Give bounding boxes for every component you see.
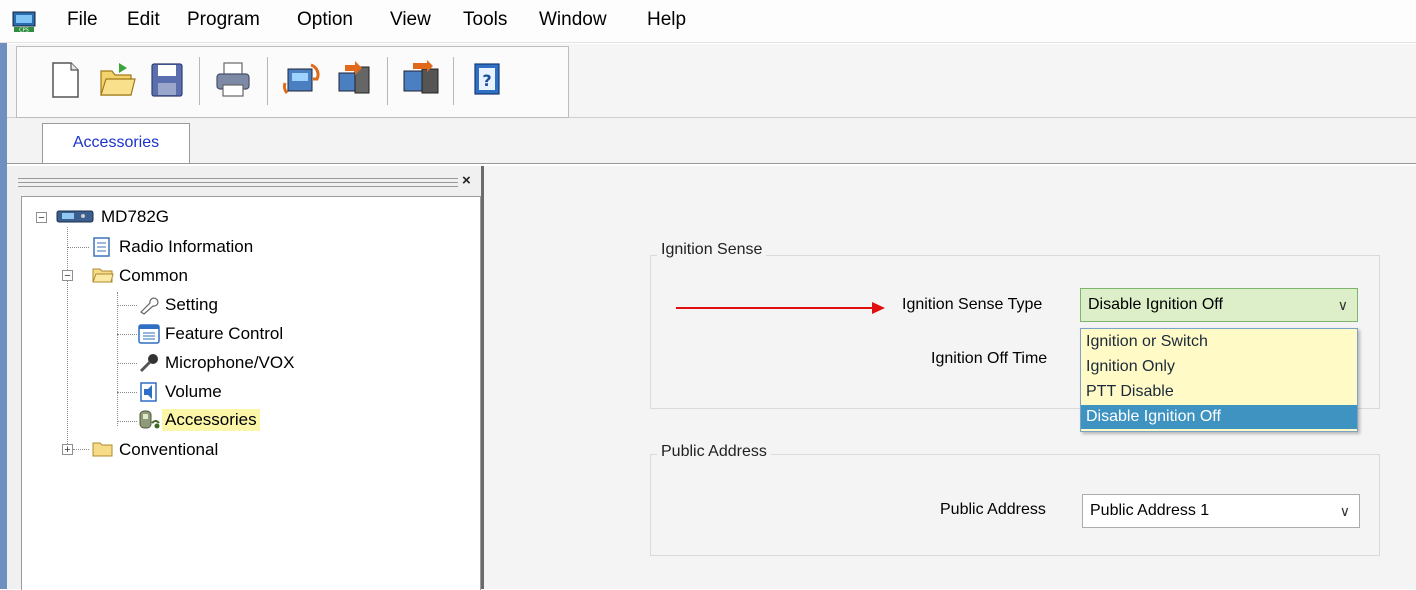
ignition-off-time-label: Ignition Off Time [931,350,1048,367]
toolbar-separator [199,57,200,105]
tree-item-accessories[interactable]: Accessories [162,409,260,431]
tree-item-md782g[interactable]: MD782G [98,206,172,228]
toolbar-panel: ? [16,46,569,118]
menu-tools[interactable]: Tools [463,9,507,31]
menu-view[interactable]: View [390,9,431,31]
option-ptt-disable[interactable]: PTT Disable [1081,380,1357,404]
help-icon[interactable]: ? [467,59,507,101]
accessories-icon [139,410,160,429]
collapse-root-toggle[interactable]: − [36,212,47,224]
menu-option[interactable]: Option [297,9,353,31]
tree-item-microphone-vox[interactable]: Microphone/VOX [162,352,297,374]
ignition-sense-type-dropdown: Ignition or Switch Ignition Only PTT Dis… [1080,328,1358,432]
new-file-icon[interactable] [45,59,85,101]
toolbar-separator [453,57,454,105]
wrench-icon [140,297,159,315]
toolbar: ? [7,44,1416,118]
close-panel-button[interactable]: × [462,172,471,189]
public-address-value: Public Address 1 [1090,502,1210,519]
expand-conventional-toggle[interactable]: + [62,444,73,456]
collapse-common-toggle[interactable]: − [62,270,73,282]
document-icon [93,237,110,257]
tree-panel: × − MD782G Radio Information − Common Se… [7,166,484,590]
annotation-arrow-icon [676,302,885,314]
folder-icon [92,442,113,457]
tree-item-radio-information[interactable]: Radio Information [116,236,256,258]
save-icon[interactable] [147,59,187,101]
menu-window[interactable]: Window [539,9,607,31]
chevron-down-icon: ∨ [1339,503,1350,519]
list-icon [138,324,160,344]
tab-bar: Accessories [7,118,1416,164]
tree-item-feature-control[interactable]: Feature Control [162,323,286,345]
ignition-sense-group-label: Ignition Sense [657,241,767,259]
clone-icon[interactable] [401,59,441,101]
ignition-sense-type-value: Disable Ignition Off [1088,296,1223,313]
ignition-sense-type-select[interactable]: Disable Ignition Off ∨ [1080,288,1358,322]
open-folder-icon[interactable] [97,59,137,101]
print-icon[interactable] [213,59,253,101]
app-icon[interactable]: CPS [12,10,38,34]
menu-file[interactable]: File [67,9,98,31]
tree-item-volume[interactable]: Volume [162,381,225,403]
tree-item-common[interactable]: Common [116,265,191,287]
toolbar-separator [267,57,268,105]
menu-program[interactable]: Program [187,9,260,31]
ignition-sense-type-label: Ignition Sense Type [902,296,1043,313]
menu-bar: CPS File Edit Program Option View Tools … [0,0,1416,43]
radio-device-icon [56,210,94,223]
public-address-label: Public Address [940,501,1046,518]
read-radio-icon[interactable] [281,59,321,101]
toolbar-separator [387,57,388,105]
write-radio-icon[interactable] [335,59,375,101]
public-address-group-label: Public Address [657,443,771,461]
option-ignition-only[interactable]: Ignition Only [1081,355,1357,379]
tree-item-setting[interactable]: Setting [162,294,221,316]
folder-open-icon [92,268,114,283]
microphone-icon [139,354,158,373]
tab-accessories[interactable]: Accessories [42,123,190,163]
svg-text:CPS: CPS [19,28,29,34]
menu-help[interactable]: Help [647,9,686,31]
chevron-down-icon: ∨ [1337,297,1348,313]
tree-panel-grip[interactable] [18,174,458,190]
window-left-edge [0,0,7,589]
tree-item-conventional[interactable]: Conventional [116,439,221,461]
option-ignition-or-switch[interactable]: Ignition or Switch [1081,330,1357,354]
public-address-select[interactable]: Public Address 1 ∨ [1082,494,1360,528]
volume-icon [140,382,157,402]
menu-edit[interactable]: Edit [127,9,160,31]
tree-view: − MD782G Radio Information − Common Sett… [21,196,481,590]
svg-text:?: ? [482,71,491,90]
option-disable-ignition-off[interactable]: Disable Ignition Off [1081,405,1357,429]
